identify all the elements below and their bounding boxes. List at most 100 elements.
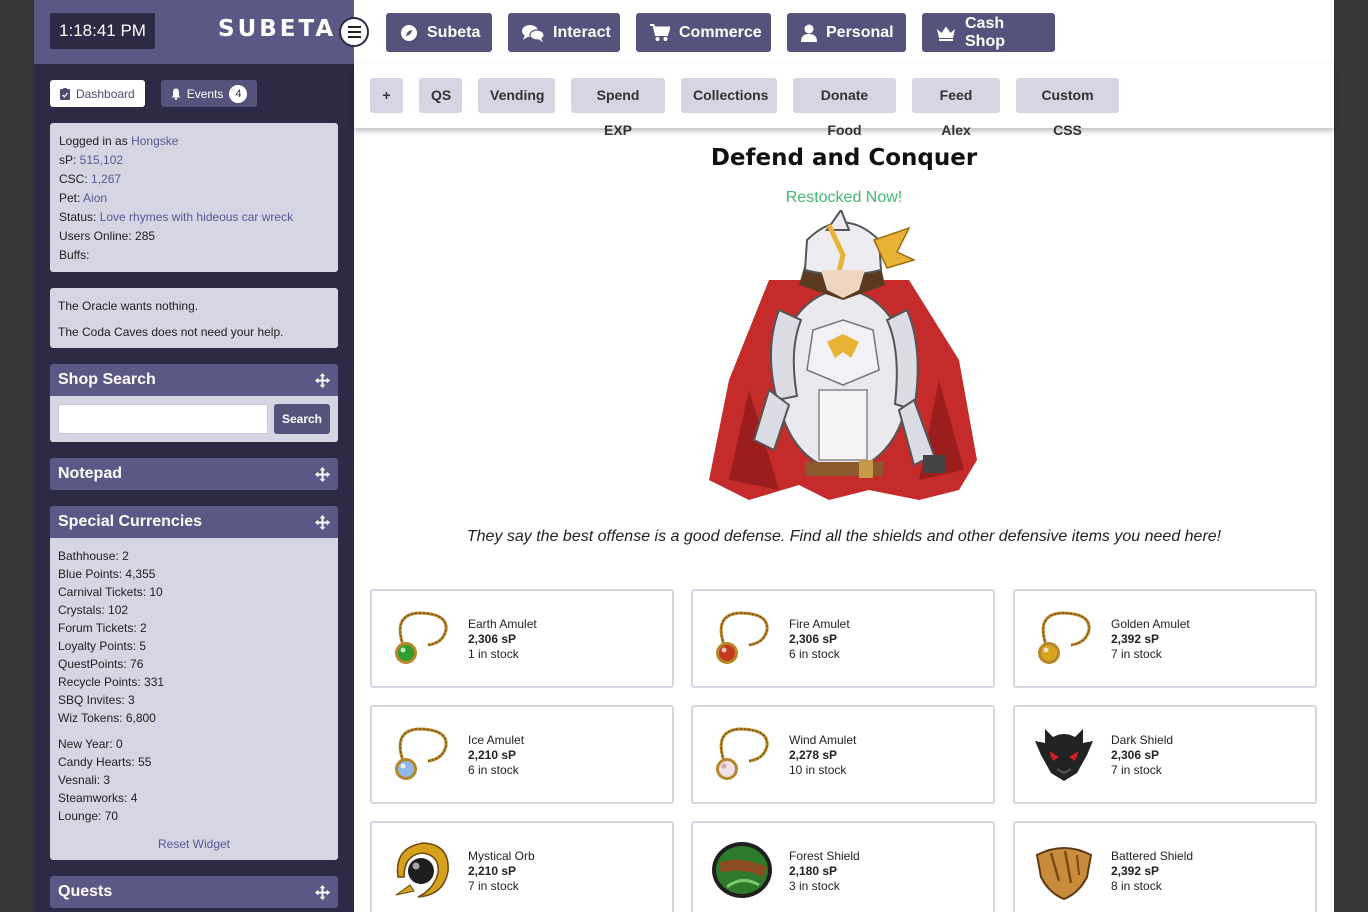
item-stock: 3 in stock (789, 879, 840, 893)
menu-toggle-button[interactable] (339, 17, 369, 47)
shop-item[interactable]: Fire Amulet 2,306 sP 6 in stock (691, 589, 995, 688)
tab-events-label: Events (186, 86, 224, 101)
event-currency-row: Vesnali: 3 (58, 773, 111, 787)
item-stock: 10 in stock (789, 763, 847, 777)
collections-button[interactable]: Collections (681, 78, 777, 113)
currency-row: Wiz Tokens: 6,800 (58, 711, 156, 725)
nav-commerce-label: Commerce (679, 23, 762, 41)
add-shortcut-button[interactable]: + (370, 78, 403, 113)
item-stock: 1 in stock (468, 647, 519, 661)
currency-row: Blue Points: 4,355 (58, 567, 156, 581)
coda-caves-message: The Coda Caves does not need your help. (58, 325, 284, 339)
nav-interact-label: Interact (553, 23, 611, 41)
status-link[interactable]: Love rhymes with hideous car wreck (100, 210, 293, 224)
shop-item[interactable]: Battered Shield 2,392 sP 8 in stock (1013, 821, 1317, 912)
currency-row: Loyalty Points: 5 (58, 639, 147, 653)
move-icon[interactable] (315, 373, 330, 388)
shop-item[interactable]: Ice Amulet 2,210 sP 6 in stock (370, 705, 674, 804)
amulet-green-icon (395, 611, 448, 664)
chat-bubbles-icon (522, 24, 544, 42)
nav-personal-label: Personal (826, 23, 894, 41)
shop-search-header: Shop Search (50, 364, 338, 396)
quests-header[interactable]: Quests (50, 876, 338, 908)
amulet-red-icon (716, 611, 769, 664)
item-stock: 8 in stock (1111, 879, 1162, 893)
mystical-orb-icon (395, 842, 449, 898)
pet-link[interactable]: Aion (83, 191, 107, 205)
donate-food-button[interactable]: Donate Food (793, 78, 896, 138)
item-info: Dark Shield 2,306 sP 7 in stock (1111, 733, 1173, 778)
username-link[interactable]: Hongske (131, 134, 178, 148)
nav-interact[interactable]: Interact (508, 13, 620, 52)
item-stock: 6 in stock (789, 647, 840, 661)
logged-in-label: Logged in as (59, 134, 132, 148)
currency-row: Forum Tickets: 2 (58, 621, 147, 635)
sidebar-tabs: Dashboard Events 4 (50, 80, 258, 107)
site-logo[interactable]: SUBETA (218, 16, 336, 42)
item-info: Fire Amulet 2,306 sP 6 in stock (789, 617, 850, 662)
amulet-gold-icon (1038, 611, 1091, 664)
nav-personal[interactable]: Personal (787, 13, 906, 52)
shop-search-title: Shop Search (58, 371, 156, 388)
sp-value[interactable]: 515,102 (80, 153, 123, 167)
shop-item[interactable]: Wind Amulet 2,278 sP 10 in stock (691, 705, 995, 804)
currency-row: Bathhouse: 2 (58, 549, 129, 563)
special-currencies-title: Special Currencies (58, 513, 203, 530)
shop-item[interactable]: Earth Amulet 2,306 sP 1 in stock (370, 589, 674, 688)
shop-search-input[interactable] (58, 404, 268, 434)
vending-button[interactable]: Vending (478, 78, 555, 113)
tab-events[interactable]: Events 4 (160, 80, 258, 107)
dark-shield-icon (1035, 729, 1093, 781)
notepad-header[interactable]: Notepad (50, 458, 338, 490)
users-online-value: 285 (135, 229, 156, 243)
clock: 1:18:41 PM (50, 13, 155, 49)
shop-main: Defend and Conquer Restocked Now! They s… (354, 128, 1334, 912)
oracle-panel: The Oracle wants nothing. The Coda Caves… (50, 288, 338, 348)
item-info: Forest Shield 2,180 sP 3 in stock (789, 849, 860, 894)
reset-widget-link[interactable]: Reset Widget (58, 835, 330, 853)
csc-label: CSC: (59, 172, 92, 186)
shop-item[interactable]: Golden Amulet 2,392 sP 7 in stock (1013, 589, 1317, 688)
spend-exp-button[interactable]: Spend EXP (571, 78, 665, 138)
nav-commerce[interactable]: Commerce (636, 13, 771, 52)
special-currencies-widget: Special Currencies Bathhouse: 2 Blue Poi… (50, 506, 338, 860)
custom-css-button[interactable]: Custom CSS (1016, 78, 1119, 138)
item-info: Wind Amulet 2,278 sP 10 in stock (789, 733, 856, 778)
shop-item[interactable]: Mystical Orb 2,210 sP 7 in stock (370, 821, 674, 912)
event-currency-row: Candy Hearts: 55 (58, 755, 152, 769)
item-name: Battered Shield (1111, 849, 1194, 863)
csc-value[interactable]: 1,267 (91, 172, 121, 186)
tab-dashboard[interactable]: Dashboard (50, 80, 145, 107)
shop-search-button[interactable]: Search (274, 404, 330, 434)
clipboard-icon (60, 87, 70, 100)
move-icon[interactable] (315, 467, 330, 482)
quick-stock-button[interactable]: QS (419, 78, 462, 113)
notepad-title: Notepad (58, 465, 122, 482)
status-label: Status: (59, 210, 100, 224)
nav-subeta[interactable]: Subeta (386, 13, 492, 52)
feed-alex-button[interactable]: Feed Alex (912, 78, 1000, 138)
shop-item[interactable]: Dark Shield 2,306 sP 7 in stock (1013, 705, 1317, 804)
move-icon[interactable] (315, 515, 330, 530)
restock-notice: Restocked Now! (785, 189, 903, 206)
item-price: 2,392 sP (1111, 632, 1160, 646)
right-gutter (1334, 0, 1368, 912)
item-info: Battered Shield 2,392 sP 8 in stock (1111, 849, 1193, 894)
item-price: 2,306 sP (1111, 748, 1160, 762)
move-icon[interactable] (315, 885, 330, 900)
forest-shield-icon (712, 842, 772, 898)
item-stock: 6 in stock (468, 763, 519, 777)
shop-search-body: Search (50, 396, 338, 442)
event-currency-row: Lounge: 70 (58, 809, 119, 823)
item-info: Mystical Orb 2,210 sP 7 in stock (468, 849, 535, 894)
shop-item[interactable]: Forest Shield 2,180 sP 3 in stock (691, 821, 995, 912)
account-info-panel: Logged in as Hongske sP: 515,102 CSC: 1,… (50, 123, 338, 272)
item-name: Earth Amulet (468, 617, 537, 631)
currency-row: Carnival Tickets: 10 (58, 585, 163, 599)
shopkeeper-image (709, 210, 977, 500)
hamburger-icon (347, 26, 361, 28)
compass-icon (401, 24, 417, 41)
event-currency-row: New Year: 0 (58, 737, 123, 751)
nav-cash-shop[interactable]: Cash Shop (922, 13, 1055, 52)
item-stock: 7 in stock (468, 879, 519, 893)
